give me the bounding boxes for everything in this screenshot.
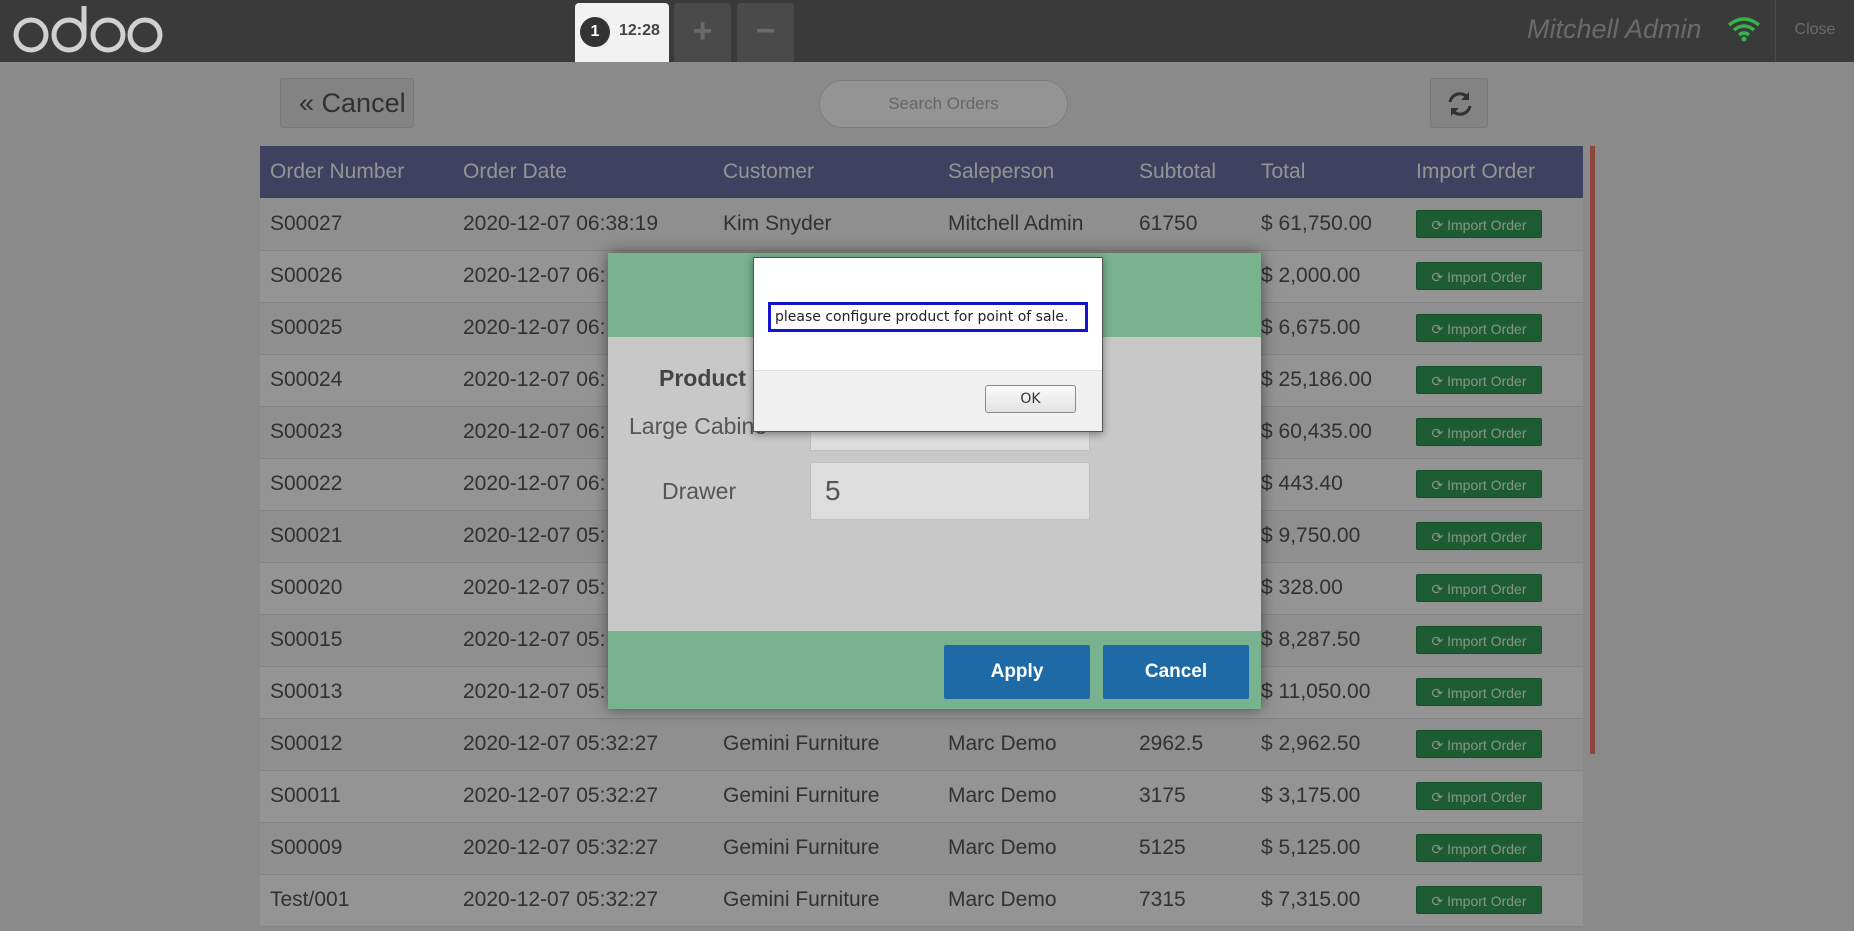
modal-cancel-button[interactable]: Cancel	[1103, 645, 1249, 699]
alert-dialog: please configure product for point of sa…	[753, 257, 1103, 432]
alert-message: please configure product for point of sa…	[768, 302, 1088, 332]
quantity-input[interactable]: 5	[810, 462, 1090, 520]
product-name: Large Cabine	[629, 413, 768, 439]
wifi-icon	[1727, 17, 1761, 42]
top-bar: 1 12:28 + − Mitchell Admin Close	[0, 0, 1854, 62]
remove-order-button[interactable]: −	[737, 3, 794, 62]
order-tab[interactable]: 1 12:28	[575, 3, 669, 62]
order-tab-time: 12:28	[619, 22, 660, 39]
close-button[interactable]: Close	[1775, 0, 1854, 62]
order-tab-number: 1	[580, 17, 610, 47]
odoo-logo	[13, 6, 163, 53]
product-name: Drawer	[662, 478, 737, 504]
product-column-header: Product	[659, 365, 746, 391]
add-order-button[interactable]: +	[674, 3, 731, 62]
user-name[interactable]: Mitchell Admin	[1527, 14, 1702, 45]
ok-button[interactable]: OK	[985, 385, 1076, 413]
alert-footer: OK	[754, 370, 1102, 431]
apply-button[interactable]: Apply	[944, 645, 1090, 699]
